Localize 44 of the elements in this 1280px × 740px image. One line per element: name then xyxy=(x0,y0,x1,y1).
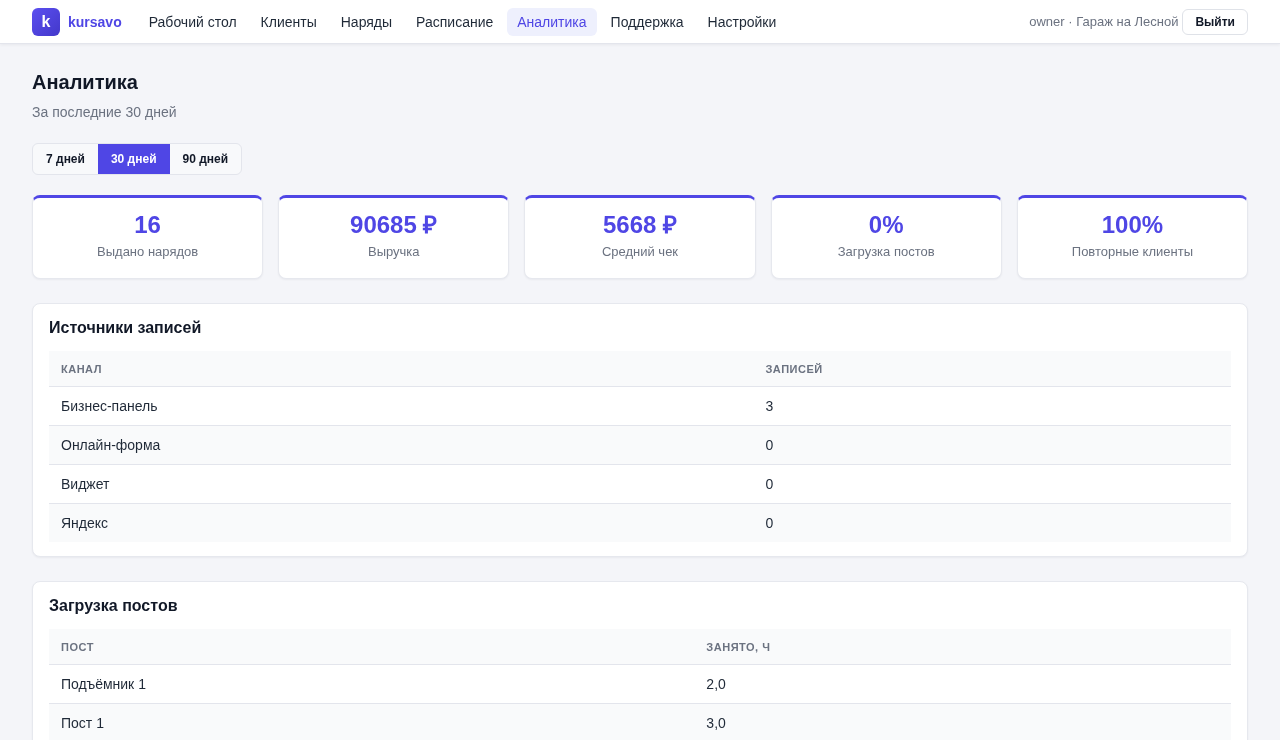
nav-tab[interactable]: Настройки xyxy=(697,7,787,36)
table-cell: 3 xyxy=(753,386,1231,426)
stat-value: 16 xyxy=(133,210,162,240)
nav-tab[interactable]: Аналитика xyxy=(507,7,597,36)
column-header: ЗАНЯТО, Ч xyxy=(694,629,1231,665)
column-header: ЗАПИСЕЙ xyxy=(753,351,1231,387)
stat-label: Выдано нарядов xyxy=(96,243,200,261)
stat-label: Повторные клиенты xyxy=(1070,243,1194,261)
table-cell: Яндекс xyxy=(49,503,754,542)
period-tab[interactable]: 30 дней xyxy=(97,144,170,174)
table-cell: 2,0 xyxy=(694,664,1231,704)
period-tab[interactable]: 90 дней xyxy=(169,144,242,174)
table-cell: 0 xyxy=(753,425,1231,465)
stat-value: 90685 ₽ xyxy=(349,210,439,240)
table-cell: Подъёмник 1 xyxy=(49,664,695,704)
table-cell: 0 xyxy=(753,503,1231,542)
nav-tab[interactable]: Расписание xyxy=(406,7,504,36)
column-header: ПОСТ xyxy=(49,629,695,665)
column-header: КАНАЛ xyxy=(49,351,754,387)
stat-value: 0% xyxy=(867,210,905,240)
table-cell: Онлайн-форма xyxy=(49,425,754,465)
table-cell: Пост 1 xyxy=(49,703,695,740)
table-cell: Виджет xyxy=(49,464,754,504)
page-subtitle: За последние 30 дней xyxy=(32,103,178,122)
stat-label: Выручка xyxy=(367,243,421,261)
period-tab[interactable]: 7 дней xyxy=(33,144,98,174)
stat-label: Загрузка постов xyxy=(836,243,936,261)
page-title: Аналитика xyxy=(32,70,139,95)
logout-button[interactable]: Выйти xyxy=(1182,8,1248,35)
table-cell: 0 xyxy=(753,464,1231,504)
stat-value: 100% xyxy=(1100,210,1165,240)
section-title: Загрузка постов xyxy=(49,596,179,616)
stat-value: 5668 ₽ xyxy=(601,210,678,240)
user-label: owner · Гараж на Лесной xyxy=(1029,14,1179,29)
brand-name: kursavo xyxy=(68,13,122,30)
nav-tab[interactable]: Наряды xyxy=(330,7,403,36)
table-cell: Бизнес-панель xyxy=(49,386,754,426)
section-title: Источники записей xyxy=(49,318,203,338)
nav-tab[interactable]: Клиенты xyxy=(250,7,327,36)
logo-mark: k xyxy=(32,7,60,36)
nav-tab[interactable]: Поддержка xyxy=(600,7,694,36)
stat-label: Средний чек xyxy=(600,243,680,261)
table-cell: 3,0 xyxy=(694,703,1231,740)
nav-tab[interactable]: Рабочий стол xyxy=(138,7,247,36)
